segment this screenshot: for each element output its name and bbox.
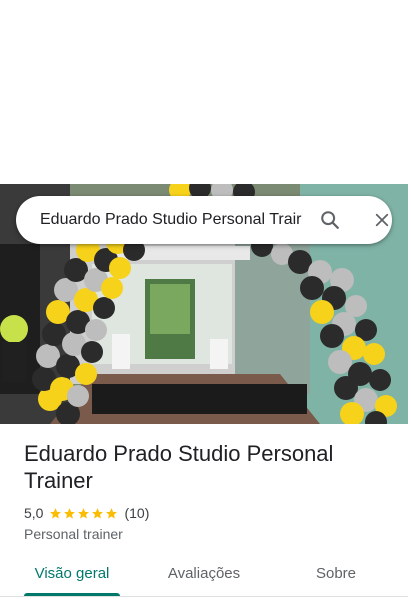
- star-icon: [50, 507, 62, 518]
- clear-search-button[interactable]: [366, 204, 398, 236]
- place-title: Eduardo Prado Studio Personal Trainer: [24, 441, 334, 493]
- star-icon: [106, 507, 118, 518]
- rating-value: 5,0: [24, 505, 44, 521]
- search-bar[interactable]: Eduardo Prado Studio Personal Trair: [16, 196, 392, 244]
- tab-about[interactable]: Sobre: [296, 556, 376, 594]
- tab-overview[interactable]: Visão geral: [24, 556, 120, 594]
- rating-row[interactable]: 5,0 (10): [24, 504, 149, 522]
- star-icon: [92, 507, 104, 518]
- rating-stars: [49, 507, 119, 520]
- review-count: (10): [124, 505, 150, 521]
- place-tabs: Visão geral Avaliações Sobre: [0, 556, 408, 597]
- search-icon: [321, 211, 339, 229]
- tab-reviews[interactable]: Avaliações: [152, 556, 256, 594]
- tabs-divider: [0, 596, 408, 597]
- search-input[interactable]: Eduardo Prado Studio Personal Trair: [40, 209, 302, 231]
- star-icon: [78, 507, 90, 518]
- place-category: Personal trainer: [24, 526, 123, 542]
- map-blank-area: [0, 0, 408, 184]
- search-button[interactable]: [314, 204, 346, 236]
- star-icon: [64, 507, 76, 518]
- close-icon: [375, 213, 389, 227]
